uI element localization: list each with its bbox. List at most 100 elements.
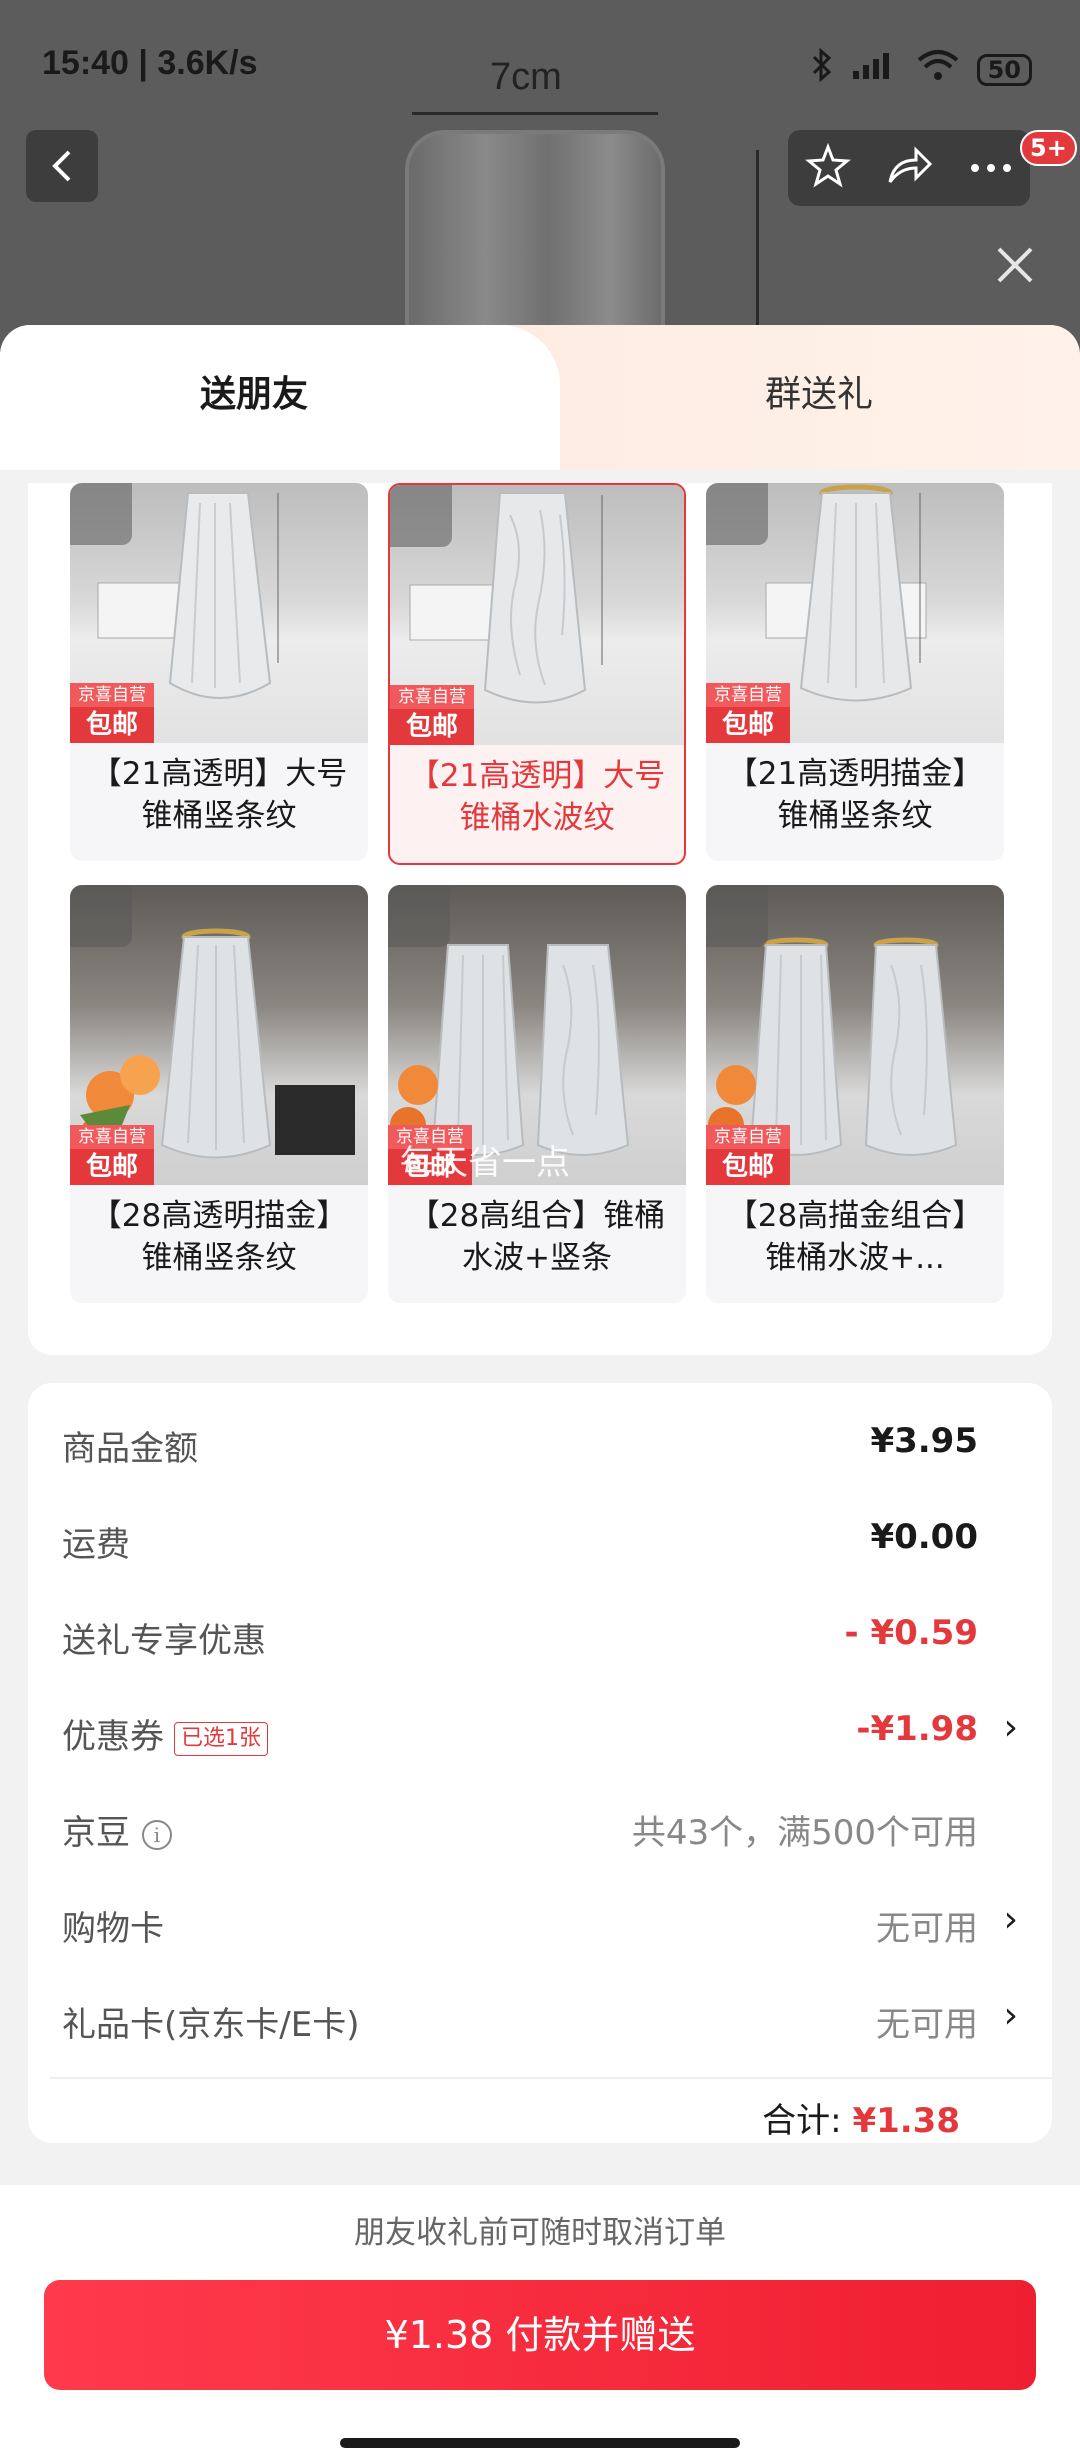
coupon-label-group: 优惠券 已选1张	[62, 1709, 268, 1758]
expand-icon[interactable]	[706, 885, 768, 947]
chevron-left-icon	[52, 150, 71, 182]
badge-text: 包邮	[405, 712, 458, 742]
jd-freeship-badge: 京喜自营 包邮	[70, 683, 154, 743]
close-icon	[997, 247, 1033, 283]
gift-card-row[interactable]: 礼品卡(京东卡/E卡) 无可用 ›	[62, 1987, 1018, 2057]
divider	[50, 2077, 1052, 2079]
variant-option-selected[interactable]: 京喜自营 包邮 【21高透明】大号锥桶水波纹	[388, 483, 686, 865]
badge-text: 京喜自营	[70, 1125, 154, 1149]
gift-discount-row: 送礼专享优惠 - ¥0.59	[62, 1603, 1018, 1673]
variant-label: 【21高透明】大号锥桶水波纹	[408, 758, 666, 836]
share-icon[interactable]	[886, 144, 934, 192]
close-button[interactable]	[990, 240, 1040, 290]
variant-image: 京喜自营 包邮	[706, 885, 1004, 1185]
more-icon[interactable]	[969, 159, 1013, 178]
expand-icon[interactable]	[70, 483, 132, 545]
expand-icon[interactable]	[706, 483, 768, 545]
variant-grid: 京喜自营 包邮 【21高透明】大号锥桶竖条纹 京喜自营 包邮 【21高透明】大号…	[28, 483, 1052, 1355]
tab-group-gift-label: 群送礼	[765, 374, 874, 415]
battery-indicator: 50	[976, 53, 1032, 86]
message-count-badge: 5+	[1020, 130, 1077, 166]
shipping-label: 运费	[62, 1525, 130, 1565]
gift-tabs: 送朋友 群送礼	[0, 325, 1080, 470]
goods-amount-label: 商品金额	[62, 1429, 198, 1469]
info-icon[interactable]: i	[142, 1819, 172, 1850]
shopping-card-row[interactable]: 购物卡 无可用 ›	[62, 1891, 1018, 1961]
chevron-right-icon: ›	[1003, 1899, 1018, 1940]
home-indicator[interactable]	[340, 2438, 740, 2448]
chevron-right-icon: ›	[1003, 1707, 1018, 1748]
shipping-row: 运费 ¥0.00	[62, 1507, 1018, 1577]
top-action-bar	[788, 130, 1030, 206]
goods-amount-row: 商品金额 ¥3.95	[62, 1411, 1018, 1481]
variant-image: 京喜自营 包邮	[70, 885, 368, 1185]
watermark-text: 每天省一点	[400, 1143, 570, 1183]
goods-amount-value: ¥3.95	[870, 1421, 978, 1461]
variant-label: 【21高透明描金】锥桶竖条纹	[726, 756, 984, 834]
jd-freeship-badge: 京喜自营 包邮	[390, 685, 474, 745]
badge-text: 包邮	[721, 710, 774, 740]
total-label: 合计:	[762, 2101, 842, 2141]
gift-sheet: 送朋友 群送礼 京喜自营 包邮 【21高透明】大号锥桶竖条纹 京喜自营 包邮 【…	[0, 325, 1080, 2460]
variant-option[interactable]: 京喜自营 包邮 【28高透明描金】锥桶竖条纹	[70, 885, 368, 1303]
gift-card-label: 礼品卡(京东卡/E卡)	[62, 2005, 360, 2045]
variant-image: 京喜自营 包邮	[706, 483, 1004, 743]
chevron-right-icon: ›	[1003, 1995, 1018, 2036]
status-bar: 15:40 | 3.6K/s 50	[0, 44, 1080, 94]
jd-beans-row: 京豆 i 共43个，满500个可用	[62, 1795, 1018, 1865]
badge-text: 包邮	[85, 1152, 138, 1182]
checkout-footer: 朋友收礼前可随时取消订单 ¥1.38 付款并赠送	[0, 2185, 1080, 2460]
pay-and-gift-button[interactable]: ¥1.38 付款并赠送	[44, 2280, 1036, 2390]
status-icons: 50	[811, 47, 1032, 91]
expand-icon[interactable]	[70, 885, 132, 947]
dimension-line	[756, 150, 759, 330]
badge-text: 京喜自营	[706, 683, 790, 707]
variant-image: 京喜自营 包邮	[390, 485, 684, 745]
variant-option[interactable]: 京喜自营 包邮 【28高描金组合】锥桶水波+...	[706, 885, 1004, 1303]
variant-option[interactable]: 京喜自营 包邮 【21高透明描金】锥桶竖条纹	[706, 483, 1004, 861]
beans-value: 共43个，满500个可用	[631, 1813, 978, 1853]
variant-option[interactable]: 京喜自营 包邮 【21高透明】大号锥桶竖条纹	[70, 483, 368, 861]
jd-freeship-badge: 京喜自营 包邮	[706, 683, 790, 743]
price-summary: 商品金额 ¥3.95 运费 ¥0.00 送礼专享优惠 - ¥0.59 优惠券 已选…	[28, 1383, 1052, 2143]
variant-label: 【28高透明描金】锥桶竖条纹	[90, 1198, 348, 1276]
tab-send-friend-label: 送朋友	[200, 374, 309, 415]
total-row: 合计: ¥1.38	[762, 2093, 960, 2142]
badge-text: 包邮	[721, 1152, 774, 1182]
variant-label: 【21高透明】大号锥桶竖条纹	[90, 756, 348, 834]
jd-freeship-badge: 京喜自营 包邮	[706, 1125, 790, 1185]
beans-label: 京豆	[62, 1813, 130, 1853]
variant-label: 【28高组合】锥桶水波+竖条	[408, 1198, 666, 1276]
badge-text: 京喜自营	[390, 685, 474, 709]
signal-icon	[851, 49, 899, 90]
variant-option[interactable]: 京喜自营 包邮 每天省一点 【28高组合】锥桶水波+竖条	[388, 885, 686, 1303]
badge-text: 京喜自营	[70, 683, 154, 707]
beans-label-group: 京豆 i	[62, 1805, 172, 1854]
back-button[interactable]	[26, 130, 98, 202]
bluetooth-icon	[811, 47, 833, 91]
coupon-selected-tag: 已选1张	[174, 1721, 268, 1756]
coupon-value: -¥1.98	[856, 1709, 978, 1749]
badge-text: 京喜自营	[706, 1125, 790, 1149]
shipping-value: ¥0.00	[870, 1517, 978, 1557]
dimension-line	[412, 112, 658, 115]
variant-image: 京喜自营 包邮	[70, 483, 368, 743]
wifi-icon	[917, 49, 959, 90]
cancel-note: 朋友收礼前可随时取消订单	[354, 2215, 726, 2251]
coupon-row[interactable]: 优惠券 已选1张 -¥1.98 ›	[62, 1699, 1018, 1769]
badge-text: 包邮	[85, 710, 138, 740]
gift-card-value: 无可用	[876, 2005, 978, 2045]
jd-freeship-badge: 京喜自营 包邮	[70, 1125, 154, 1185]
coupon-label: 优惠券	[62, 1717, 164, 1757]
expand-icon[interactable]	[388, 885, 450, 947]
total-value: ¥1.38	[852, 2101, 960, 2141]
variant-label: 【28高描金组合】锥桶水波+...	[726, 1198, 984, 1276]
expand-icon[interactable]	[390, 485, 452, 547]
variant-image: 京喜自营 包邮 每天省一点	[388, 885, 686, 1185]
status-time: 15:40 | 3.6K/s	[42, 44, 258, 82]
shopping-card-label: 购物卡	[62, 1909, 164, 1949]
star-icon[interactable]	[805, 142, 852, 193]
shopping-card-value: 无可用	[876, 1909, 978, 1949]
gift-discount-value: - ¥0.59	[844, 1613, 979, 1653]
gift-discount-label: 送礼专享优惠	[62, 1621, 266, 1661]
